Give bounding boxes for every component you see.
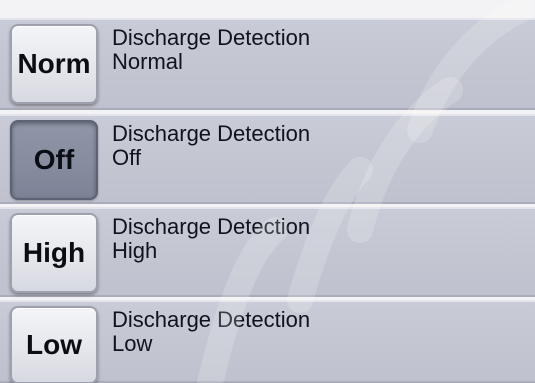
option-row-off[interactable]: Off Discharge Detection Off xyxy=(0,114,535,204)
option-value: Normal xyxy=(112,49,183,74)
option-value: Off xyxy=(112,145,141,170)
option-row-low[interactable]: Low Discharge Detection Low xyxy=(0,300,535,383)
option-row-high[interactable]: High Discharge Detection High xyxy=(0,207,535,297)
option-title: Discharge Detection xyxy=(112,214,311,239)
low-button[interactable]: Low xyxy=(10,306,98,383)
option-label-low: Discharge Detection Low xyxy=(112,308,310,356)
option-value: Low xyxy=(112,331,153,356)
option-title: Discharge Detection xyxy=(112,307,311,332)
discharge-detection-screen: Norm Discharge Detection Normal Off Disc… xyxy=(0,0,535,383)
high-button[interactable]: High xyxy=(10,213,98,293)
option-title: Discharge Detection xyxy=(112,121,311,146)
option-value: High xyxy=(112,238,158,263)
off-button[interactable]: Off xyxy=(10,120,98,200)
norm-button[interactable]: Norm xyxy=(10,24,98,104)
option-label-normal: Discharge Detection Normal xyxy=(112,26,310,74)
option-label-high: Discharge Detection High xyxy=(112,215,310,263)
option-row-normal[interactable]: Norm Discharge Detection Normal xyxy=(0,18,535,110)
option-label-off: Discharge Detection Off xyxy=(112,122,310,170)
option-title: Discharge Detection xyxy=(112,25,311,50)
